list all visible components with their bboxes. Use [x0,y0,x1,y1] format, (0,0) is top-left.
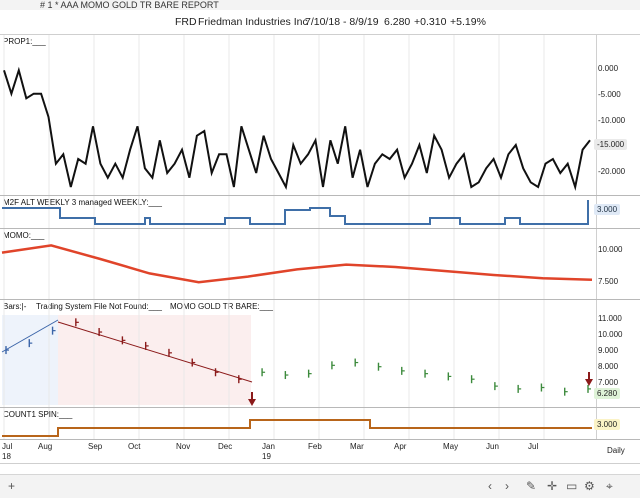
quote-name: Friedman Industries Inc [198,16,308,28]
prop1-current-tag: -15.000 [594,139,628,150]
quote-last: 6.280 [384,16,411,28]
quote-range: 7/10/18 - 8/9/19 [305,16,379,28]
month-label: May [443,442,459,451]
month-label: Sep [88,442,103,451]
month-label: Jul [528,442,539,451]
cursor-icon[interactable]: ⌖ [606,479,613,494]
add-icon[interactable]: + [8,479,15,493]
m2f-current-tag: 3.000 [594,204,621,215]
month-label: Oct [128,442,141,451]
window-title: # 1 * AAA MOMO GOLD TR BARE REPORT [40,0,219,10]
month-label: Feb [308,442,322,451]
prop1-tick-2: -10.000 [598,116,626,125]
highlight-region-red [58,315,251,405]
zoom-icon[interactable]: ▭ [566,479,577,493]
time-axis[interactable]: Jul Aug Sep Oct Nov Dec Jan Feb Mar Apr … [0,440,640,464]
period-label[interactable]: Daily [607,446,625,455]
month-label: Jul [2,442,13,451]
bars-current-tag: 6.280 [594,388,621,399]
month-label: Jan [262,442,275,451]
month-label: Mar [350,442,364,451]
crosshair-icon[interactable]: ✛ [547,479,557,493]
sell-arrow-icon [585,372,593,386]
momo-tick-1: 7.500 [598,277,619,286]
m2f-chart [2,196,589,228]
month-label: Jun [486,442,499,451]
chevron-left-icon[interactable]: ‹ [488,479,492,493]
year-label: 18 [2,452,11,461]
momo-series-line [1,244,593,284]
quote-pct: +5.19% [450,16,486,28]
prop1-panel[interactable]: PROP1:___ 0.000 -5.000 -10.000 -15.000 -… [0,35,640,196]
prop1-chart [3,35,591,195]
m2f-series-line [2,200,589,225]
highlight-region-blue [2,315,58,405]
prop1-tick-4: -20.000 [598,167,626,176]
count1-current-tag: 3.000 [594,419,621,430]
momo-scale[interactable] [596,229,640,299]
count1-series-line [2,419,592,437]
bottom-toolbar: + ‹ › ✎ ✛ ▭ ⚙ ⌖ [0,474,640,498]
prop1-series-line [3,66,591,191]
quote-symbol: FRD [175,16,197,28]
momo-panel[interactable]: MOMO:___ 10.000 7.500 [0,229,640,300]
prop1-tick-0: 0.000 [598,64,619,73]
prop1-tick-1: -5.000 [598,90,621,99]
month-label: Dec [218,442,233,451]
bars-tick-4: 7.000 [598,378,619,387]
bars-tick-3: 8.000 [598,362,619,371]
year-label: 19 [262,452,271,461]
month-label: Apr [394,442,407,451]
bars-panel[interactable]: Bars:|- Trading System File Not Found:__… [0,300,640,408]
draw-line-icon[interactable]: ✎ [526,479,536,493]
bars-tick-0: 11.000 [598,314,622,323]
month-label: Nov [176,442,191,451]
quote-bar: FRD Friedman Industries Inc 7/10/18 - 8/… [0,10,640,35]
bars-tick-1: 10.000 [598,330,623,339]
bars-tick-2: 9.000 [598,346,619,355]
count1-panel[interactable]: COUNT1 SPIN:___ 3.000 [0,408,640,440]
chevron-right-icon[interactable]: › [505,479,509,493]
quote-change: +0.310 [414,16,447,28]
count1-chart [2,408,592,439]
month-label: Aug [38,442,53,451]
bars-chart [1,300,593,407]
momo-tick-0: 10.000 [598,245,623,254]
settings-icon[interactable]: ⚙ [584,479,595,493]
momo-chart [1,229,593,299]
m2f-panel[interactable]: M2F ALT WEEKLY 3 managed WEEKLY:___ 3.00… [0,196,640,229]
